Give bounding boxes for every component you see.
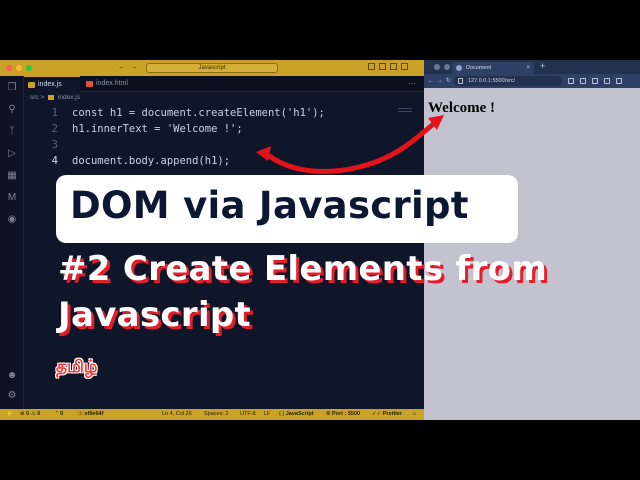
video-subtitle-line-1: #2 Create Elements from — [58, 249, 548, 289]
page-heading: Welcome ! — [428, 100, 496, 116]
port-label: Port : 5500 — [331, 411, 361, 417]
browser-tools — [568, 78, 622, 84]
video-title: DOM via Javascript — [70, 184, 469, 227]
end-of-line[interactable]: LF — [264, 409, 270, 420]
browser-nav-buttons[interactable]: ←→↻ — [428, 74, 454, 88]
source-control-icon[interactable]: ᛉ — [6, 126, 18, 138]
browser-tab-bar: Document × + — [424, 60, 640, 74]
search-icon[interactable]: ⚲ — [6, 104, 18, 116]
new-tab-button[interactable]: + — [540, 61, 545, 71]
browser-tab[interactable]: Document × — [452, 62, 534, 74]
errors-count: 0 — [26, 411, 30, 417]
explorer-icon[interactable]: ❐ — [6, 82, 18, 94]
prettier-status[interactable]: ✓✓ Prettier — [372, 409, 402, 420]
code-text: document.body.append(h1); — [72, 155, 231, 167]
warnings-count: 0 — [37, 411, 41, 417]
nav-arrows[interactable]: ←→ — [118, 62, 142, 71]
vscode-titlebar: ←→ Javascript — [0, 60, 424, 76]
window-controls — [6, 65, 32, 71]
lock-icon — [458, 78, 463, 84]
breadcrumb-file[interactable]: index.js — [58, 94, 80, 101]
indentation[interactable]: Spaces: 2 — [204, 409, 228, 420]
tab-index-js[interactable]: index.js — [24, 76, 80, 92]
git-branch[interactable]: ☉ ef9e64f — [78, 409, 103, 420]
code-line[interactable]: 4 document.body.append(h1); — [24, 153, 424, 169]
breadcrumb-separator: > — [40, 94, 45, 101]
language-mode[interactable]: { } JavaScript — [279, 409, 314, 420]
language-label: JavaScript — [285, 411, 314, 417]
git-branch-label: ef9e64f — [84, 411, 104, 417]
language-tag: தமிழ் — [56, 357, 98, 377]
page-favicon-icon — [456, 65, 462, 71]
line-number: 2 — [51, 123, 58, 135]
browser-toolbar: ←→↻ 127.0.0.1:5500/src/ — [424, 74, 640, 88]
tab-label: index.html — [96, 80, 128, 87]
encoding[interactable]: UTF-8 — [240, 409, 256, 420]
line-number: 4 — [51, 155, 58, 167]
toggle-secondary-sidebar-icon[interactable] — [390, 63, 397, 70]
browser-close-button[interactable] — [434, 64, 440, 70]
breadcrumb-folder[interactable]: src — [30, 94, 39, 101]
minimize-window-button[interactable] — [16, 65, 22, 71]
customize-layout-icon[interactable] — [401, 63, 408, 70]
remote-icon[interactable]: ◉ — [6, 214, 18, 226]
line-number: 3 — [51, 139, 58, 151]
toggle-sidebar-icon[interactable] — [368, 63, 375, 70]
js-file-icon — [48, 94, 55, 100]
ports-indicator[interactable]: ⌜ 0 — [56, 409, 63, 420]
profile-icon[interactable] — [604, 78, 610, 84]
zoom-icon[interactable] — [568, 78, 574, 84]
more-actions-icon[interactable]: ⋯ — [408, 76, 416, 92]
js-file-icon — [28, 82, 35, 88]
run-debug-icon[interactable]: ▷ — [6, 148, 18, 160]
status-bar: ⚡ ⊗ 0 ⚠ 0 ⌜ 0 ☉ ef9e64f Ln 4, Col 26 Spa… — [0, 409, 424, 420]
bookmark-star-icon[interactable] — [580, 78, 586, 84]
line-number: 1 — [51, 107, 58, 119]
live-server-port[interactable]: ⦾ Port : 5500 — [326, 409, 360, 420]
browser-tab-title: Document — [466, 65, 492, 71]
video-subtitle-line-2: Javascript — [58, 295, 252, 335]
browser-minimize-button[interactable] — [444, 64, 450, 70]
settings-gear-icon[interactable]: ⚙ — [6, 390, 18, 402]
code-line[interactable]: 1 const h1 = document.createElement('h1'… — [24, 105, 424, 121]
code-line[interactable]: 3 — [24, 137, 424, 153]
layout-controls — [368, 63, 408, 70]
close-window-button[interactable] — [6, 65, 12, 71]
markdown-icon[interactable]: M — [6, 192, 18, 204]
remote-indicator-icon[interactable]: ⚡ — [6, 409, 13, 420]
maximize-window-button[interactable] — [26, 65, 32, 71]
tab-index-html[interactable]: index.html — [82, 76, 148, 92]
editor-tabs: index.js index.html ⋯ — [24, 76, 424, 92]
address-bar[interactable]: 127.0.0.1:5500/src/ — [454, 76, 562, 86]
prettier-label: Prettier — [382, 411, 403, 417]
cursor-position[interactable]: Ln 4, Col 26 — [162, 409, 192, 420]
address-bar-url: 127.0.0.1:5500/src/ — [468, 78, 516, 84]
account-icon[interactable]: ☻ — [6, 370, 18, 382]
tab-label: index.js — [38, 81, 62, 88]
code-text: const h1 = document.createElement('h1'); — [72, 107, 325, 119]
command-center-search[interactable]: Javascript — [146, 63, 278, 73]
breadcrumb: src > index.js — [30, 94, 80, 101]
problems-indicator[interactable]: ⊗ 0 ⚠ 0 — [20, 409, 40, 420]
minimap[interactable] — [398, 108, 412, 118]
code-text: h1.innerText = 'Welcome !'; — [72, 123, 243, 135]
close-tab-icon[interactable]: × — [526, 62, 530, 74]
code-line[interactable]: 2 h1.innerText = 'Welcome !'; — [24, 121, 424, 137]
html-file-icon — [86, 81, 93, 87]
extensions-icon[interactable]: ▦ — [6, 170, 18, 182]
toggle-panel-icon[interactable] — [379, 63, 386, 70]
notifications-bell-icon[interactable]: ♨ — [412, 409, 417, 420]
activity-bar: ❐ ⚲ ᛉ ▷ ▦ M ◉ ☻ ⚙ — [0, 76, 24, 409]
ports-count: 0 — [60, 411, 64, 417]
browser-menu-icon[interactable] — [616, 78, 622, 84]
extensions-puzzle-icon[interactable] — [592, 78, 598, 84]
screenshot-frame: ←→ Javascript ❐ ⚲ ᛉ ▷ ▦ M ◉ ☻ ⚙ index.js — [0, 60, 640, 420]
